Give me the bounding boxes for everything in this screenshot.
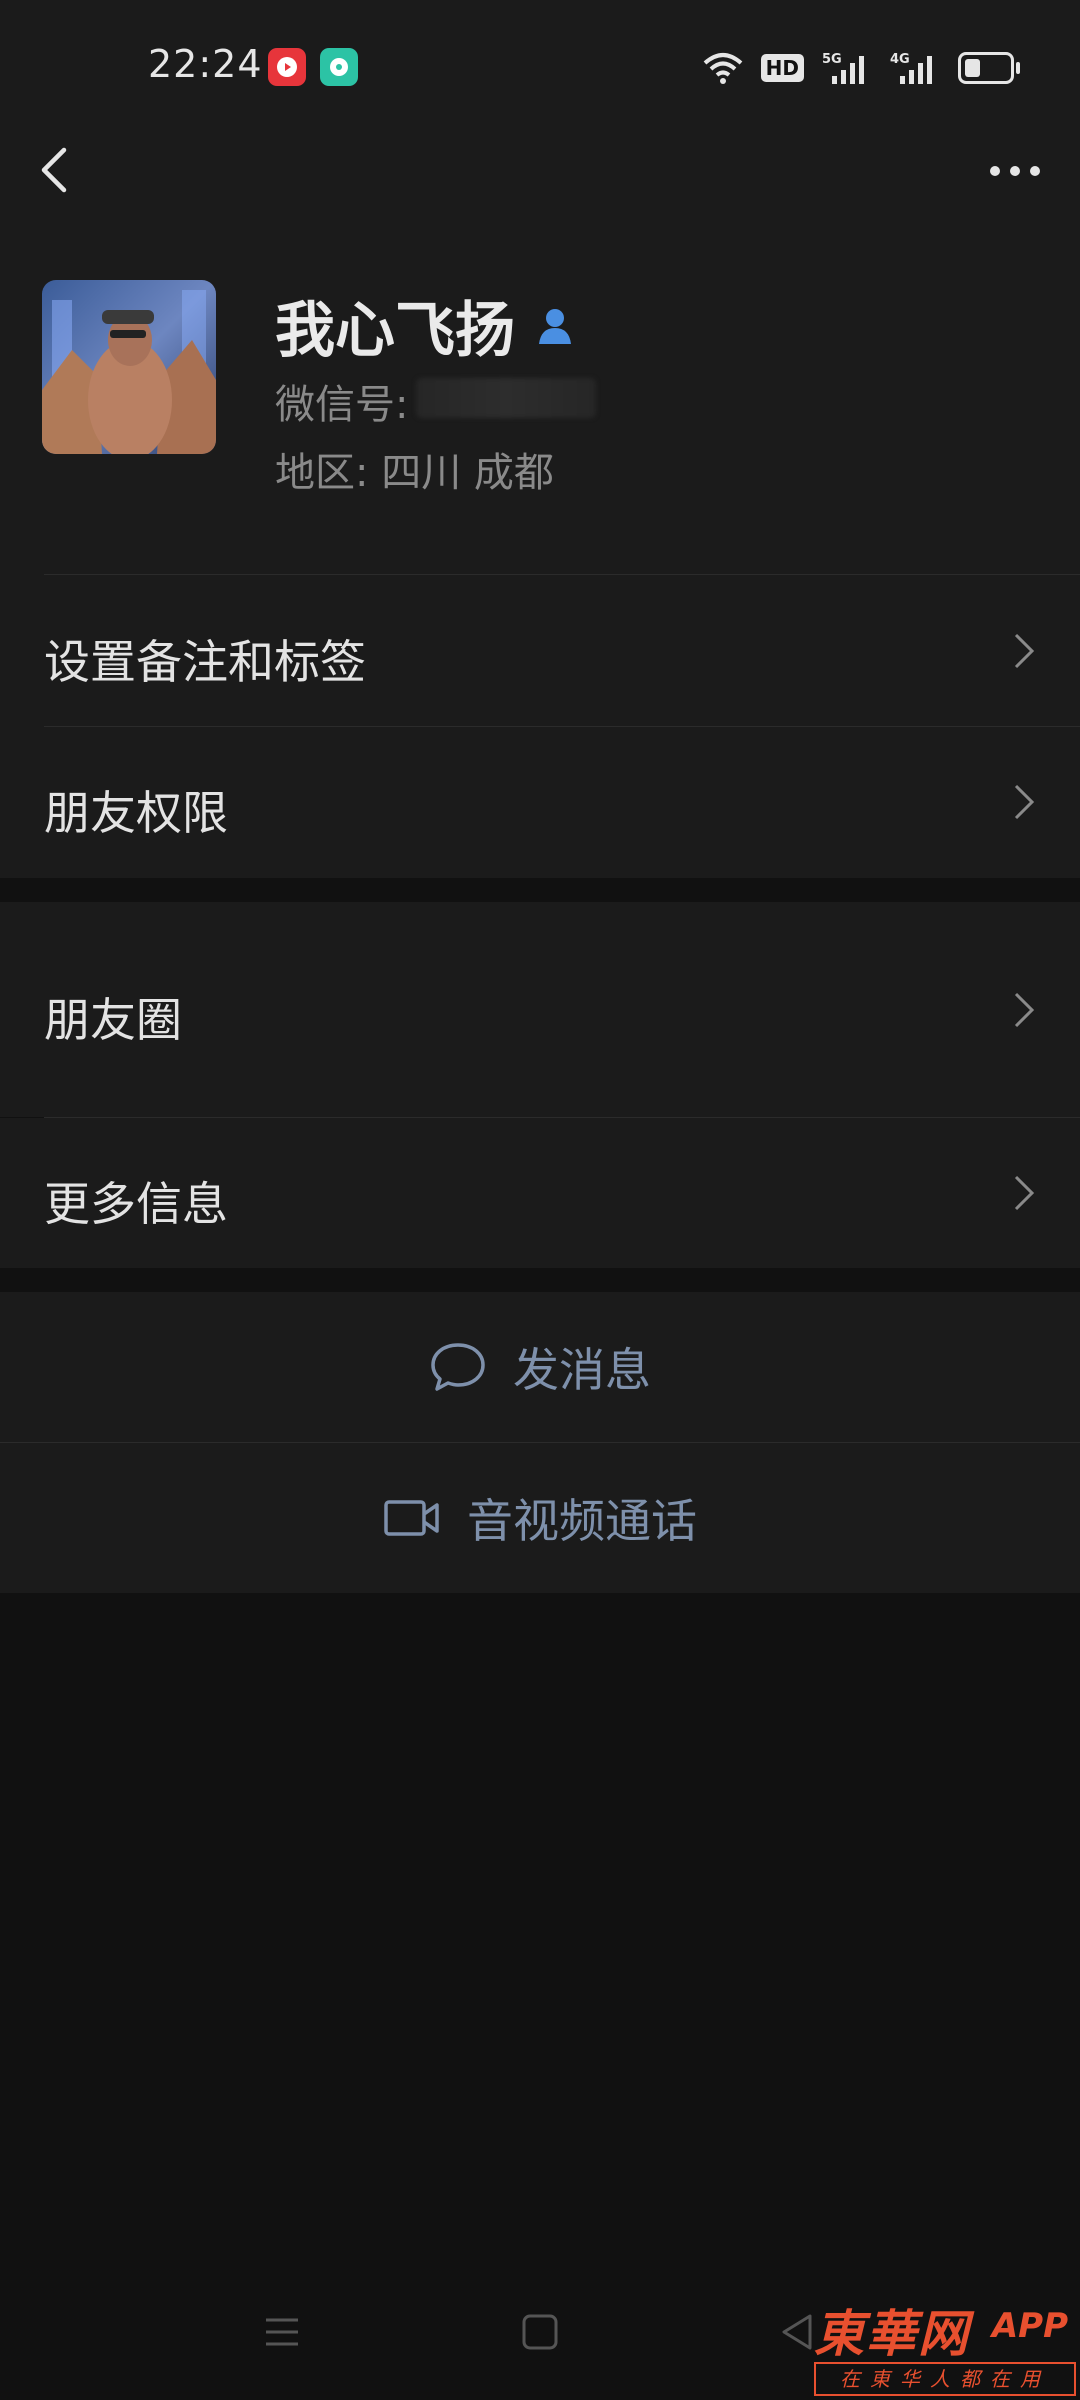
status-indicators: HD 5G 4G — [703, 48, 1020, 88]
battery-icon — [958, 52, 1020, 84]
svg-text:5G: 5G — [822, 52, 842, 67]
contact-person-icon — [539, 308, 571, 344]
menu-item-label: 朋友权限 — [44, 786, 228, 840]
menu-item-label: 朋友圈 — [44, 993, 182, 1047]
menu-item-label: 设置备注和标签 — [44, 635, 366, 689]
section-gap — [0, 878, 1080, 902]
chevron-right-icon — [1014, 784, 1035, 820]
avatar[interactable] — [42, 280, 216, 454]
profile-name-row: 我心飞扬 — [275, 282, 577, 369]
menu-nav-icon[interactable] — [262, 2312, 302, 2352]
more-dot — [1030, 166, 1040, 176]
more-options-button[interactable] — [980, 150, 1050, 190]
video-app-notification-icon — [268, 48, 306, 86]
av-call-label: 音视频通话 — [467, 1494, 697, 1548]
watermark-title: 東華网 — [814, 2305, 970, 2363]
wechat-id-redacted — [416, 378, 597, 418]
divider — [44, 574, 1080, 575]
hd-voice-badge: HD — [760, 54, 804, 82]
menu-item-label: 更多信息 — [44, 1177, 228, 1231]
signal-4g-icon: 4G — [890, 52, 932, 84]
section-gap — [0, 1268, 1080, 1292]
home-nav-icon[interactable] — [520, 2312, 560, 2352]
wechat-id-row: 微信号: — [275, 372, 597, 430]
wechat-id-label: 微信号: — [275, 382, 409, 428]
chevron-right-icon — [1014, 1175, 1035, 1211]
chevron-right-icon — [1014, 992, 1035, 1028]
more-dot — [1010, 166, 1020, 176]
menu-item-friend-permissions[interactable]: 朋友权限 — [0, 727, 1080, 877]
wifi-icon — [703, 53, 742, 84]
av-call-button[interactable]: 音视频通话 — [0, 1443, 1080, 1593]
chevron-right-icon — [1014, 633, 1035, 669]
more-dots-icon — [990, 166, 1000, 176]
send-message-label: 发消息 — [513, 1343, 651, 1397]
back-nav-icon[interactable] — [778, 2312, 818, 2352]
back-button[interactable] — [30, 140, 90, 200]
chevron-left-icon — [41, 147, 67, 193]
status-time: 22:24 — [148, 42, 263, 86]
menu-item-remark-tags[interactable]: 设置备注和标签 — [0, 576, 1080, 726]
send-message-button[interactable]: 发消息 — [0, 1292, 1080, 1442]
menu-item-more-info[interactable]: 更多信息 — [0, 1118, 1080, 1268]
watermark-logo: 東華网 APP 在東华人都在用 — [814, 2294, 1076, 2400]
signal-5g-icon: 5G — [822, 52, 864, 84]
battery-level — [965, 59, 980, 77]
svg-text:4G: 4G — [890, 52, 910, 67]
chat-bubble-icon — [431, 1343, 485, 1391]
watermark-app: APP — [991, 2306, 1068, 2346]
video-camera-icon — [384, 1500, 439, 1536]
profile-name: 我心飞扬 — [275, 296, 515, 366]
region-text: 地区: 四川 成都 — [275, 450, 554, 496]
status-bar: 22:24 HD 5G 4G — [0, 0, 1080, 130]
music-app-notification-icon — [320, 48, 358, 86]
watermark-subtitle: 在東华人都在用 — [814, 2362, 1076, 2396]
menu-item-moments[interactable]: 朋友圈 — [0, 902, 1080, 1117]
